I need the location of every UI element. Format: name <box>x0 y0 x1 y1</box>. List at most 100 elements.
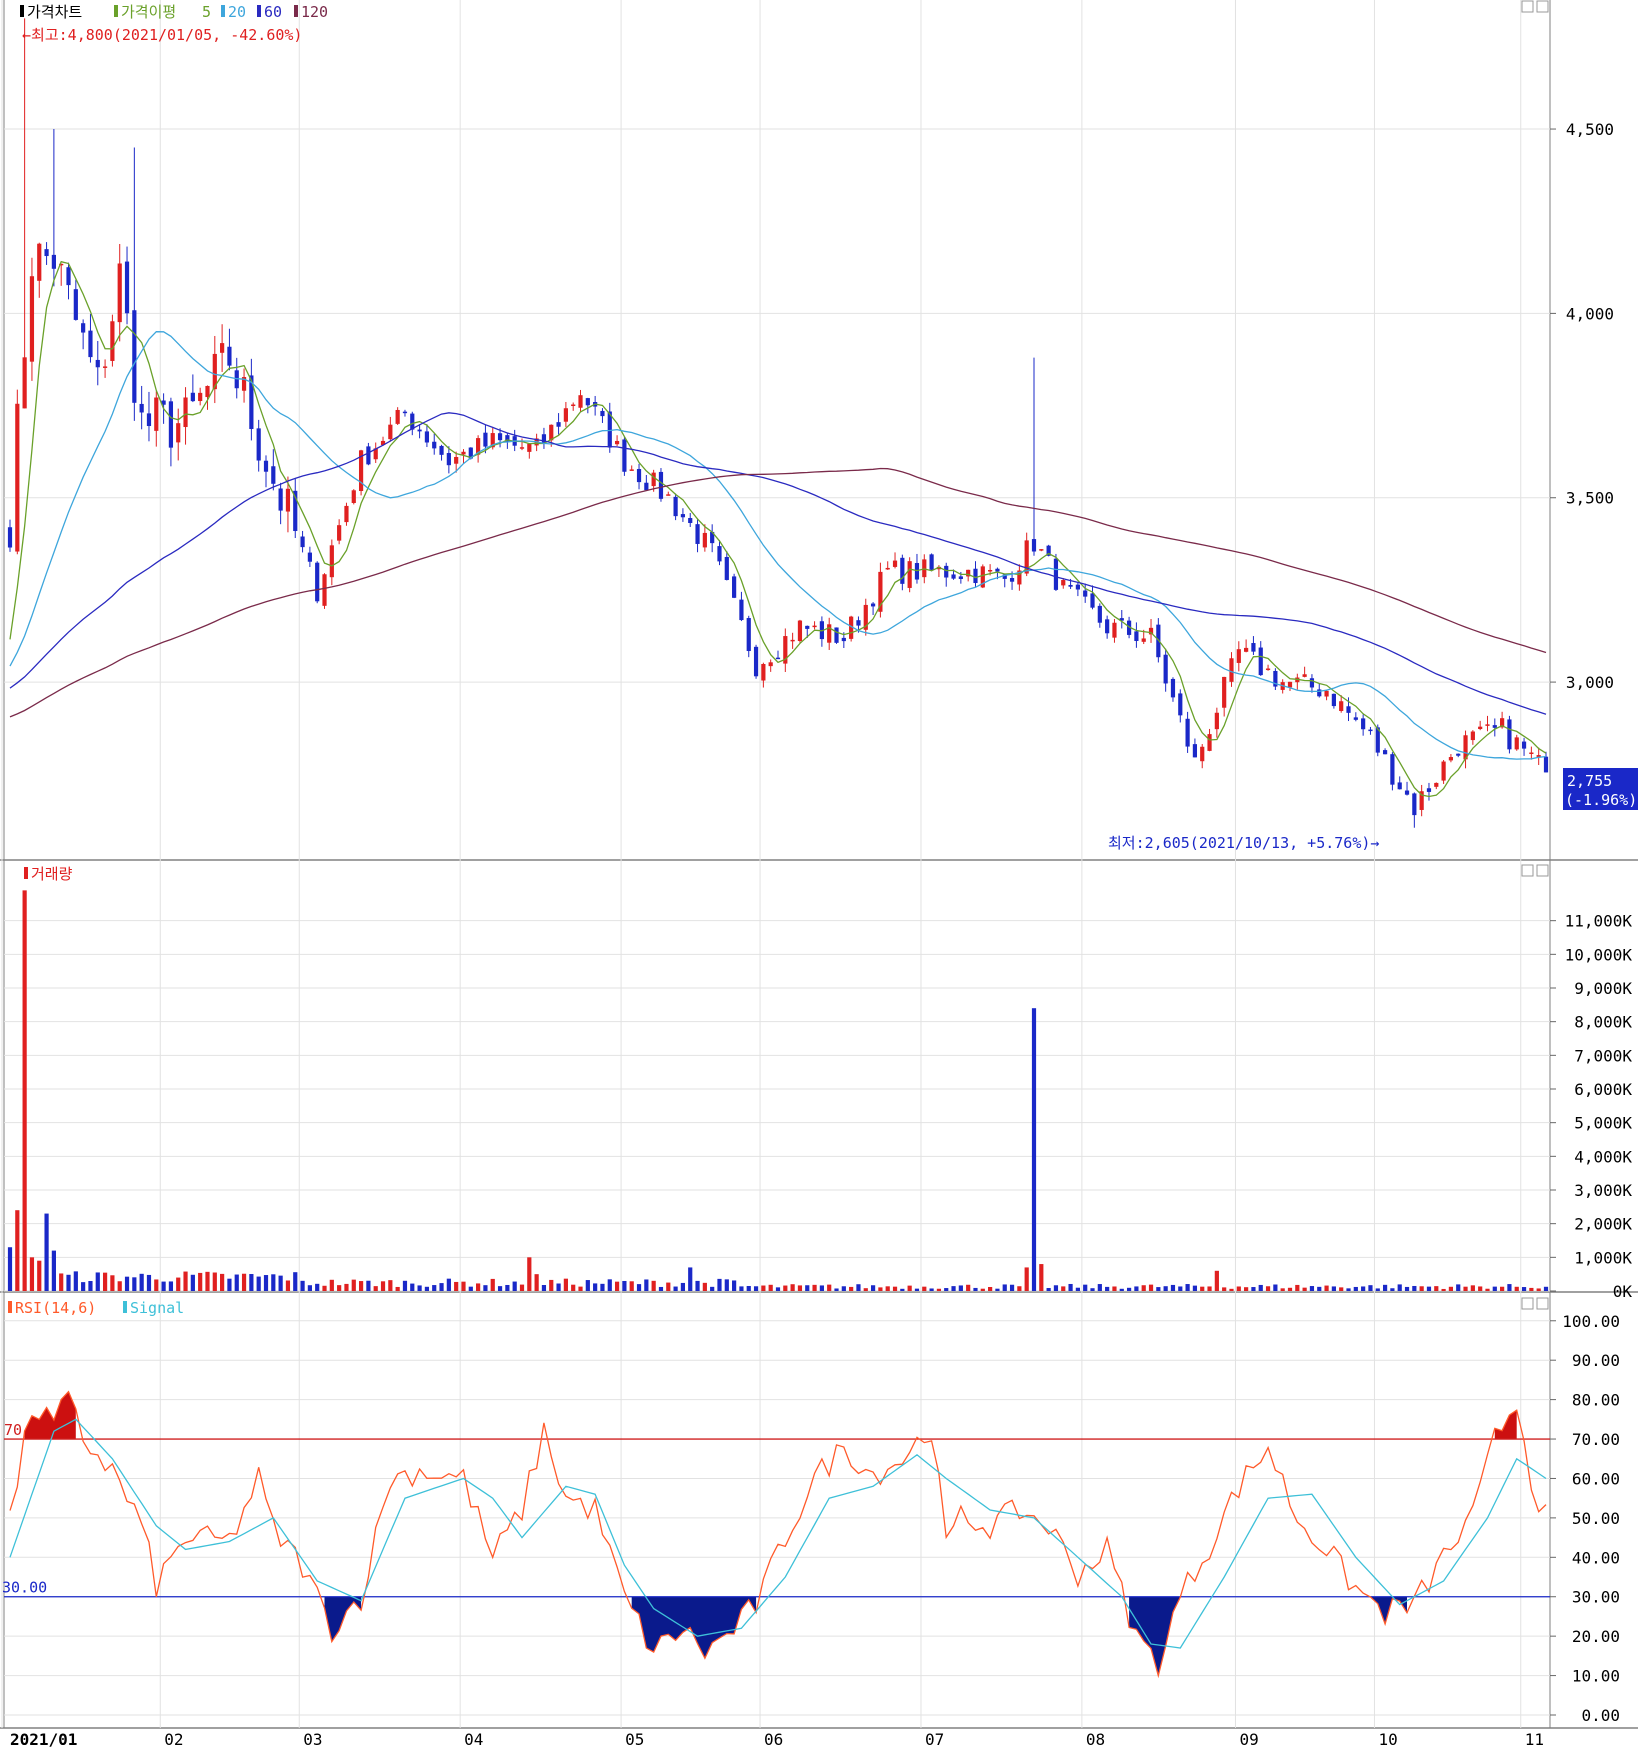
candle <box>1148 619 1154 643</box>
volume-bar <box>402 1280 408 1291</box>
candle <box>344 502 349 526</box>
rsi-upper-label: 70 <box>4 1421 22 1439</box>
volume-bar <box>351 1279 356 1291</box>
volume-bar <box>176 1277 181 1291</box>
volume-bar <box>1214 1270 1219 1291</box>
y-tick-label: 50.00 <box>1572 1509 1620 1528</box>
volume-bar <box>1244 1287 1249 1291</box>
volume-bar <box>1521 1287 1527 1291</box>
volume-bar <box>1075 1287 1080 1291</box>
volume-bar <box>805 1285 810 1291</box>
minimize-icon[interactable] <box>1521 864 1534 877</box>
candle <box>973 561 978 588</box>
x-tick-label: 2021/01 <box>10 1730 77 1749</box>
volume-bar <box>534 1274 539 1291</box>
rsi-legend: RSI(14,6) Signal <box>8 1299 184 1317</box>
candle <box>578 389 583 412</box>
volume-bar <box>870 1285 876 1291</box>
candle <box>1105 615 1110 639</box>
volume-bar <box>117 1281 122 1291</box>
volume-bar <box>461 1281 466 1291</box>
volume-bar <box>190 1274 195 1291</box>
candle <box>146 391 152 442</box>
volume-bar <box>1529 1287 1534 1291</box>
close-icon[interactable] <box>1536 1297 1549 1310</box>
volume-panel <box>7 890 1549 1291</box>
volume-bar <box>497 1286 503 1291</box>
volume-bar <box>1148 1284 1154 1291</box>
candle <box>1368 726 1373 735</box>
candle <box>907 557 912 593</box>
price-legend: 가격차트 가격이평 5 20 60 120 <box>20 3 328 21</box>
y-tick-label: 100.00 <box>1562 1312 1620 1331</box>
candle <box>337 519 342 545</box>
volume-bar <box>146 1274 152 1291</box>
minimize-icon[interactable] <box>1521 1297 1534 1310</box>
volume-bar <box>1265 1286 1271 1291</box>
volume-bar <box>1046 1288 1051 1291</box>
y-tick-label: 4,000 <box>1566 304 1614 323</box>
volume-bar <box>1251 1287 1256 1291</box>
volume-bar <box>710 1286 715 1291</box>
volume-bar <box>1382 1284 1388 1291</box>
volume-bar <box>1507 1284 1512 1291</box>
volume-bar <box>212 1272 217 1291</box>
close-icon[interactable] <box>1536 864 1549 877</box>
candle <box>1222 676 1227 717</box>
candle <box>629 465 634 471</box>
volume-bar <box>1324 1285 1329 1291</box>
candle <box>775 650 781 660</box>
y-tick-label: 8,000K <box>1574 1013 1632 1032</box>
volume-bar <box>1185 1284 1190 1291</box>
candle <box>402 409 408 417</box>
volume-bar <box>95 1272 100 1291</box>
volume-panel-controls[interactable] <box>1521 864 1549 877</box>
candle <box>812 621 817 630</box>
y-tick-label: 70.00 <box>1572 1430 1620 1449</box>
x-tick-label: 06 <box>764 1730 783 1749</box>
volume-bar <box>1448 1286 1454 1291</box>
candle <box>432 433 437 455</box>
volume-bar <box>929 1288 934 1291</box>
candle <box>15 389 20 555</box>
close-icon[interactable] <box>1536 0 1549 13</box>
candle <box>307 546 312 567</box>
volume-bar <box>1280 1288 1285 1291</box>
candle <box>190 374 195 403</box>
candle <box>227 328 232 371</box>
volume-bar <box>753 1286 759 1291</box>
volume-bar <box>476 1283 481 1291</box>
volume-bar <box>1156 1287 1161 1291</box>
volume-bar <box>1309 1286 1315 1291</box>
candle <box>1492 718 1497 737</box>
volume-bar <box>154 1279 159 1291</box>
price-panel-controls[interactable] <box>1521 0 1549 13</box>
candle <box>600 408 605 423</box>
candle <box>819 616 824 647</box>
candle <box>1075 582 1080 597</box>
rsi-panel-controls[interactable] <box>1521 1297 1549 1310</box>
volume-bar <box>636 1284 642 1291</box>
volume-bar <box>958 1285 963 1291</box>
legend-marker <box>257 5 261 17</box>
y-tick-label: 4,000K <box>1574 1147 1632 1166</box>
y-tick-label: 10.00 <box>1572 1667 1620 1686</box>
candle <box>1192 738 1198 758</box>
ma20-line <box>9 331 1547 760</box>
volume-bar <box>666 1282 671 1291</box>
candle <box>527 443 532 459</box>
volume-bar <box>1441 1288 1446 1291</box>
y-tick-label: 60.00 <box>1572 1469 1620 1488</box>
candle <box>1426 782 1432 801</box>
y-tick-label: 11,000K <box>1565 912 1633 931</box>
candle <box>1507 715 1512 754</box>
volume-bar <box>622 1280 627 1291</box>
volume-bar <box>841 1286 846 1291</box>
volume-bar <box>183 1271 188 1291</box>
minimize-icon[interactable] <box>1521 0 1534 13</box>
candle <box>1178 689 1183 723</box>
candle <box>293 478 298 539</box>
volume-bar <box>329 1279 334 1291</box>
volume-bar <box>966 1284 971 1291</box>
volume-bar <box>900 1288 905 1291</box>
